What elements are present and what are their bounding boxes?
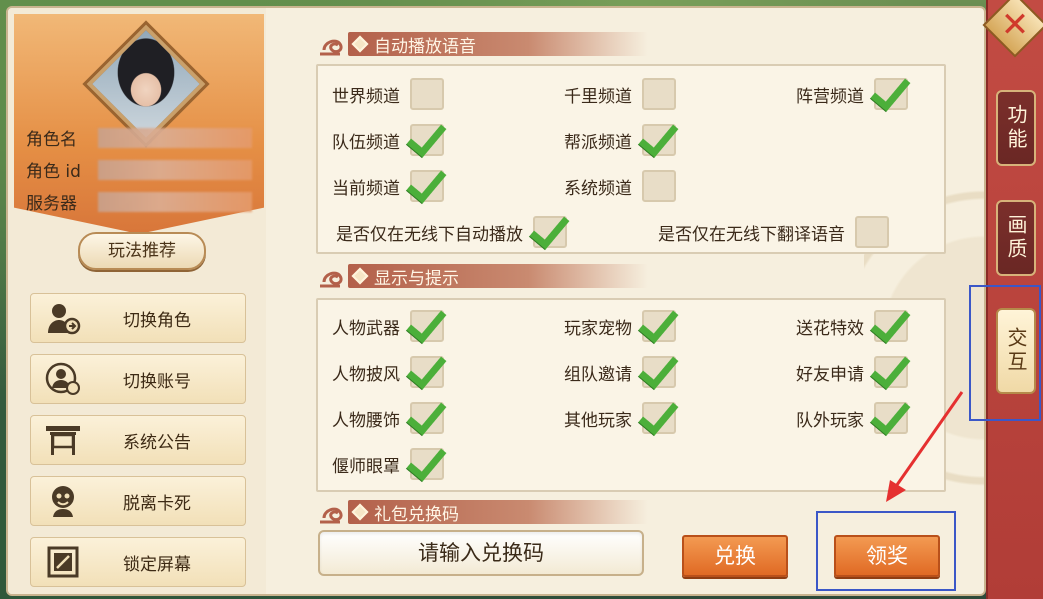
unstuck-label: 脱离卡死 — [123, 493, 191, 514]
switch-account-icon — [37, 358, 89, 400]
checkbox-checked[interactable] — [642, 402, 676, 434]
checkbox-checked[interactable] — [642, 310, 676, 342]
display-option-pet[interactable]: 玩家宠物 — [564, 310, 676, 342]
display-option-weapon[interactable]: 人物武器 — [332, 310, 444, 342]
gift-code-input[interactable]: 请输入兑换码 — [318, 530, 644, 576]
display-options-box: 人物武器 玩家宠物 送花特效 人物披风 组队邀请 好友申请 人物腰饰 其他玩家 … — [316, 298, 946, 492]
tab-function-label: 功能 — [1004, 104, 1028, 152]
character-name-label: 角色名 — [26, 129, 77, 150]
tab-interaction[interactable]: 交互 — [996, 308, 1036, 394]
display-option-yanshi-eyemask[interactable]: 偃师眼罩 — [332, 448, 444, 480]
claim-reward-button[interactable]: 领奖 — [834, 535, 940, 577]
checkbox-checked[interactable] — [410, 448, 444, 480]
checkbox-checked[interactable] — [642, 124, 676, 156]
switch-account-button[interactable]: 切换账号 — [30, 354, 246, 404]
display-option-team-invite[interactable]: 组队邀请 — [564, 356, 676, 388]
voice-option-wifi-autoplay[interactable]: 是否仅在无线下自动播放 — [336, 216, 567, 248]
lock-screen-icon — [37, 541, 89, 583]
voice-option-guild[interactable]: 帮派频道 — [564, 124, 676, 156]
display-option-cloak[interactable]: 人物披风 — [332, 356, 444, 388]
announcement-icon — [37, 419, 89, 461]
checkbox-checked[interactable] — [410, 310, 444, 342]
checkbox-checked[interactable] — [874, 310, 908, 342]
section-title-gift-code: 礼包兑换码 — [374, 504, 459, 525]
character-name-row: 角色名 — [26, 124, 252, 150]
lock-screen-label: 锁定屏幕 — [123, 554, 191, 575]
voice-options-box: 世界频道 千里频道 阵营频道 队伍频道 帮派频道 当前频道 系统频道 是否仅在无… — [316, 64, 946, 254]
swirl-icon — [320, 39, 343, 56]
tab-function[interactable]: 功能 — [996, 90, 1036, 166]
switch-character-button[interactable]: 切换角色 — [30, 293, 246, 343]
close-icon[interactable]: ✕ — [992, 2, 1038, 48]
switch-account-label: 切换账号 — [123, 371, 191, 392]
unstuck-button[interactable]: 脱离卡死 — [30, 476, 246, 526]
voice-option-current[interactable]: 当前频道 — [332, 170, 444, 202]
checkbox-checked[interactable] — [874, 78, 908, 110]
display-option-non-team-players[interactable]: 队外玩家 — [796, 402, 908, 434]
voice-option-faction[interactable]: 阵营频道 — [796, 78, 908, 110]
server-redacted — [98, 192, 252, 212]
display-option-other-players[interactable]: 其他玩家 — [564, 402, 676, 434]
character-name-redacted — [98, 128, 252, 148]
checkbox-checked[interactable] — [410, 356, 444, 388]
checkbox-checked[interactable] — [874, 402, 908, 434]
system-announcement-button[interactable]: 系统公告 — [30, 415, 246, 465]
section-header-voice: 自动播放语音 — [318, 30, 656, 58]
checkbox[interactable] — [410, 78, 444, 110]
checkbox-checked[interactable] — [642, 356, 676, 388]
section-header-gift-code: 礼包兑换码 — [318, 498, 656, 526]
character-id-redacted — [98, 160, 252, 180]
tab-interaction-label: 交互 — [1004, 327, 1028, 375]
display-option-friend-request[interactable]: 好友申请 — [796, 356, 908, 388]
character-id-label: 角色 id — [26, 161, 81, 182]
voice-option-world[interactable]: 世界频道 — [332, 78, 444, 110]
redeem-button[interactable]: 兑换 — [682, 535, 788, 577]
switch-character-label: 切换角色 — [123, 310, 191, 331]
voice-option-team[interactable]: 队伍频道 — [332, 124, 444, 156]
checkbox[interactable] — [642, 170, 676, 202]
avatar — [86, 24, 206, 144]
display-option-waist[interactable]: 人物腰饰 — [332, 402, 444, 434]
tab-graphics-label: 画质 — [1004, 214, 1028, 262]
voice-option-qianli[interactable]: 千里频道 — [564, 78, 676, 110]
swirl-icon — [320, 271, 343, 288]
voice-option-system[interactable]: 系统频道 — [564, 170, 676, 202]
unstuck-icon — [37, 480, 89, 522]
settings-panel: 角色名 角色 id 服务器 玩法推荐 切换角色 切换账号 系统公告 脱离卡死 锁… — [6, 6, 986, 596]
server-row: 服务器 — [26, 188, 252, 214]
checkbox-checked[interactable] — [410, 124, 444, 156]
server-label: 服务器 — [26, 193, 77, 214]
swirl-icon — [320, 507, 343, 524]
checkbox-checked[interactable] — [410, 402, 444, 434]
avatar-portrait — [88, 26, 204, 142]
section-title-voice: 自动播放语音 — [374, 36, 476, 57]
system-announcement-label: 系统公告 — [123, 432, 191, 453]
left-column: 角色名 角色 id 服务器 玩法推荐 切换角色 切换账号 系统公告 脱离卡死 锁… — [8, 8, 266, 594]
gameplay-recommend-button[interactable]: 玩法推荐 — [78, 232, 206, 270]
checkbox-checked[interactable] — [533, 216, 567, 248]
character-id-row: 角色 id — [26, 156, 252, 182]
switch-character-icon — [37, 297, 89, 339]
tab-graphics[interactable]: 画质 — [996, 200, 1036, 276]
checkbox-checked[interactable] — [874, 356, 908, 388]
checkbox[interactable] — [855, 216, 889, 248]
lock-screen-button[interactable]: 锁定屏幕 — [30, 537, 246, 587]
section-title-display: 显示与提示 — [374, 268, 459, 289]
checkbox-checked[interactable] — [410, 170, 444, 202]
section-header-display: 显示与提示 — [318, 262, 656, 290]
checkbox[interactable] — [642, 78, 676, 110]
display-option-flower-effect[interactable]: 送花特效 — [796, 310, 908, 342]
voice-option-wifi-translate[interactable]: 是否仅在无线下翻译语音 — [658, 216, 889, 248]
